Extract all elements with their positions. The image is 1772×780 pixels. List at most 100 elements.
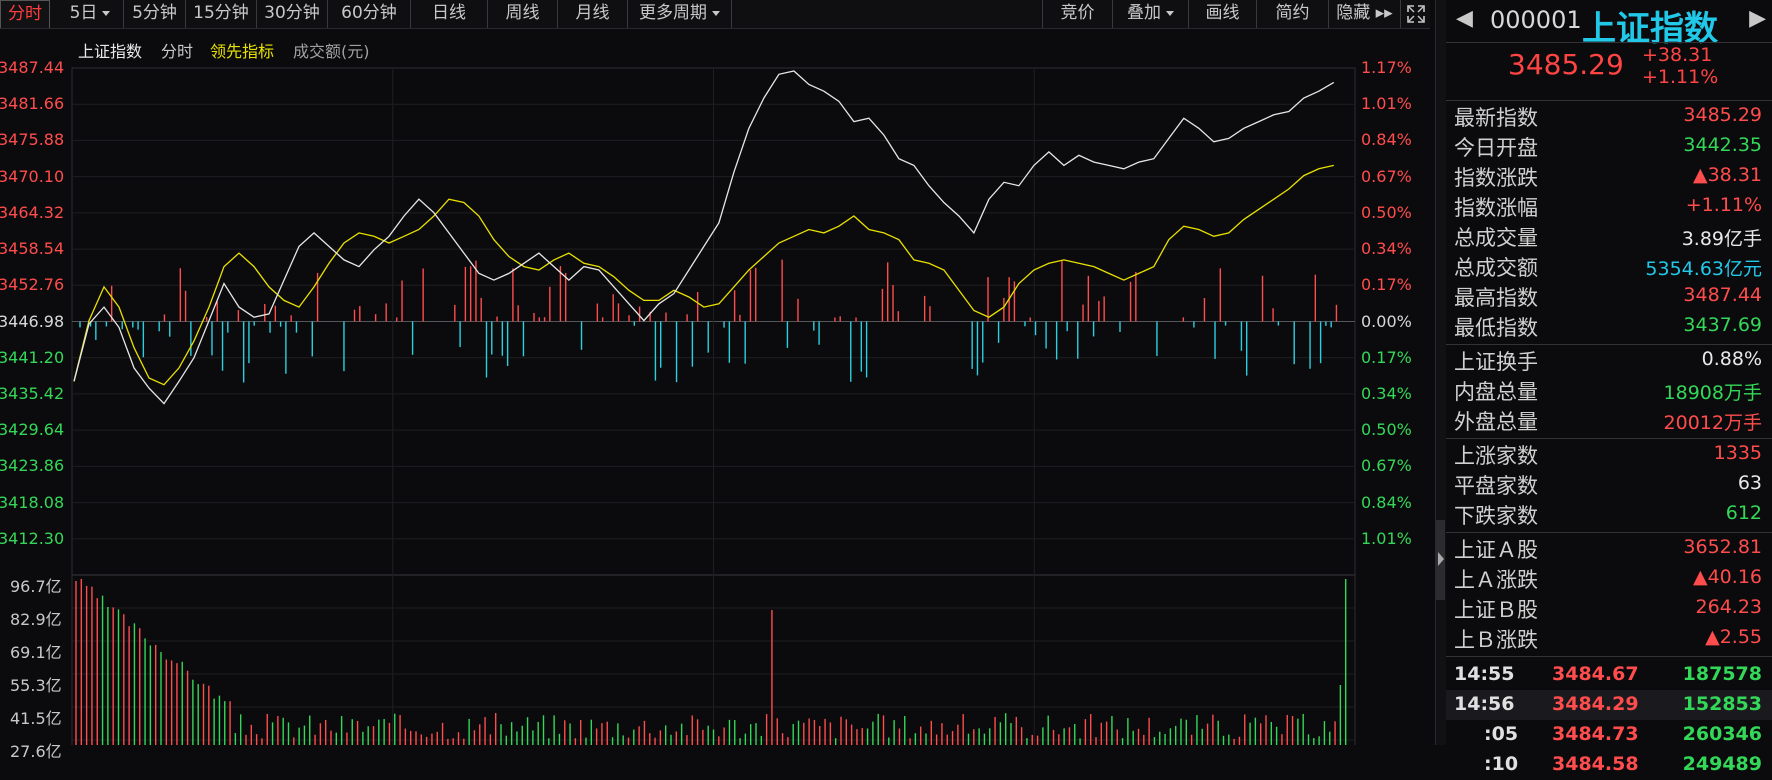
divider (1446, 100, 1772, 101)
stat-value: 1335 (1713, 442, 1762, 464)
stat-value: 264.23 (1695, 596, 1762, 618)
price-axis-label: 3464.32 (0, 202, 65, 222)
quote-header: ◀ 000001 上证指数 ▶ (1446, 0, 1772, 49)
stat-label: 总成交额 (1454, 256, 1538, 280)
intraday-chart[interactable] (0, 0, 1435, 745)
stat-row: 指数涨跌 ▲38.31 (1454, 162, 1766, 192)
change-value: +38.31 (1642, 44, 1713, 66)
stat-row: 最新指数 3485.29 (1454, 102, 1766, 132)
stat-row: 上Ｂ涨跌 ▲2.55 (1454, 624, 1766, 654)
price-axis-label: 3418.08 (0, 492, 65, 512)
tick-volume: 152853 (1682, 693, 1762, 715)
stat-value: +1.11% (1685, 194, 1762, 216)
price-axis-label: 3487.44 (0, 58, 65, 77)
tick-price: 3484.67 (1552, 663, 1639, 685)
stat-value: ▲38.31 (1692, 164, 1762, 186)
stat-value: 20012万手 (1663, 412, 1762, 434)
stat-label: 外盘总量 (1454, 410, 1538, 434)
stat-label: 上Ｂ涨跌 (1454, 628, 1538, 652)
stat-row: 平盘家数 63 (1454, 470, 1766, 500)
trading-app: 分时 5日 5分钟 15分钟 30分钟 60分钟 日线 周线 月线 更多周期 竞… (0, 0, 1772, 775)
stat-value: ▲2.55 (1705, 626, 1762, 648)
stat-label: 最高指数 (1454, 286, 1538, 310)
volume-axis-label: 69.1亿 (10, 643, 62, 662)
stat-label: 今日开盘 (1454, 136, 1538, 160)
tick-price: 3484.73 (1552, 723, 1639, 745)
percent-axis-label: 1.01% (1361, 94, 1412, 114)
stat-row: 上证换手 0.88% (1454, 346, 1766, 376)
collapse-panel-button[interactable] (1436, 520, 1445, 600)
stat-label: 上证换手 (1454, 350, 1538, 374)
next-arrow-icon[interactable]: ▶ (1749, 6, 1766, 31)
leading-indicator-line (73, 164, 1334, 386)
stat-label: 最新指数 (1454, 106, 1538, 130)
stat-value: 3652.81 (1683, 536, 1762, 558)
stat-row: 指数涨幅 +1.11% (1454, 192, 1766, 222)
percent-axis-label: 0.84% (1361, 130, 1412, 150)
stat-label: 上Ａ涨跌 (1454, 568, 1538, 592)
stat-value: 3487.44 (1683, 284, 1762, 306)
prev-arrow-icon[interactable]: ◀ (1456, 6, 1473, 31)
volume-axis-label: 55.3亿 (10, 676, 62, 695)
stat-label: 上证Ｂ股 (1454, 598, 1538, 622)
stat-label: 上证Ａ股 (1454, 538, 1538, 562)
tick-volume: 187578 (1682, 663, 1762, 685)
divider (1446, 438, 1772, 439)
tick-time: :10 (1484, 753, 1519, 775)
price-change: +38.31 +1.11% (1642, 44, 1718, 88)
volume-axis-label: 96.7亿 (10, 577, 62, 596)
percent-axis-label: 0.50% (1361, 420, 1412, 440)
stat-row: 内盘总量 18908万手 (1454, 376, 1766, 406)
stat-row: 上证Ｂ股 264.23 (1454, 594, 1766, 624)
stat-value: 3.89亿手 (1681, 228, 1762, 250)
price-axis-label: 3470.10 (0, 166, 65, 186)
stat-row: 总成交额 5354.63亿元 (1454, 252, 1766, 282)
tick-price: 3484.58 (1552, 753, 1639, 775)
percent-axis-label: 0.67% (1361, 456, 1412, 476)
percent-axis-label: 0.84% (1361, 492, 1412, 512)
price-axis-label: 3423.86 (0, 456, 65, 476)
tick-volume: 249489 (1682, 753, 1762, 775)
percent-axis-label: 0.00% (1361, 311, 1412, 331)
tick-row: :10 3484.58 249489 (1454, 750, 1766, 780)
stat-row: 最低指数 3437.69 (1454, 312, 1766, 342)
percent-axis-label: 0.34% (1361, 239, 1412, 259)
divider (1446, 656, 1772, 657)
percent-axis-label: 0.17% (1361, 347, 1412, 367)
price-axis-label: 3452.76 (0, 275, 65, 295)
divider (1446, 532, 1772, 533)
divider (1446, 42, 1772, 43)
tick-time: 14:56 (1454, 693, 1515, 715)
stat-value: 18908万手 (1663, 382, 1762, 404)
price-axis-label: 3475.88 (0, 130, 65, 150)
stat-row: 下跌家数 612 (1454, 500, 1766, 530)
percent-axis-label: 0.17% (1361, 275, 1412, 295)
stat-row: 上证Ａ股 3652.81 (1454, 534, 1766, 564)
stat-row: 最高指数 3487.44 (1454, 282, 1766, 312)
percent-axis-label: 1.01% (1361, 528, 1412, 548)
stat-value: 3437.69 (1683, 314, 1762, 336)
stat-label: 下跌家数 (1454, 504, 1538, 528)
tick-row: :05 3484.73 260346 (1454, 720, 1766, 750)
stat-label: 指数涨幅 (1454, 196, 1538, 220)
stat-row: 今日开盘 3442.35 (1454, 132, 1766, 162)
price-axis-label: 3429.64 (0, 420, 65, 440)
stat-label: 平盘家数 (1454, 474, 1538, 498)
quote-panel: ◀ 000001 上证指数 ▶ 3485.29 +38.31 +1.11% 最新… (1446, 0, 1772, 775)
tick-volume: 260346 (1682, 723, 1762, 745)
stat-label: 最低指数 (1454, 316, 1538, 340)
stat-value: 63 (1737, 472, 1762, 494)
stat-value: 3485.29 (1683, 104, 1762, 126)
price-axis-label: 3412.30 (0, 528, 65, 548)
volume-axis-label: 82.9亿 (10, 610, 62, 629)
stat-row: 上涨家数 1335 (1454, 440, 1766, 470)
percent-axis-label: 0.67% (1361, 166, 1412, 186)
price-axis-label: 3446.98 (0, 311, 65, 331)
stat-label: 指数涨跌 (1454, 166, 1538, 190)
tick-time: 14:55 (1454, 663, 1515, 685)
price-axis-label: 3481.66 (0, 94, 65, 114)
stat-row: 外盘总量 20012万手 (1454, 406, 1766, 436)
stat-label: 上涨家数 (1454, 444, 1538, 468)
tick-price: 3484.29 (1552, 693, 1639, 715)
divider (1446, 344, 1772, 345)
